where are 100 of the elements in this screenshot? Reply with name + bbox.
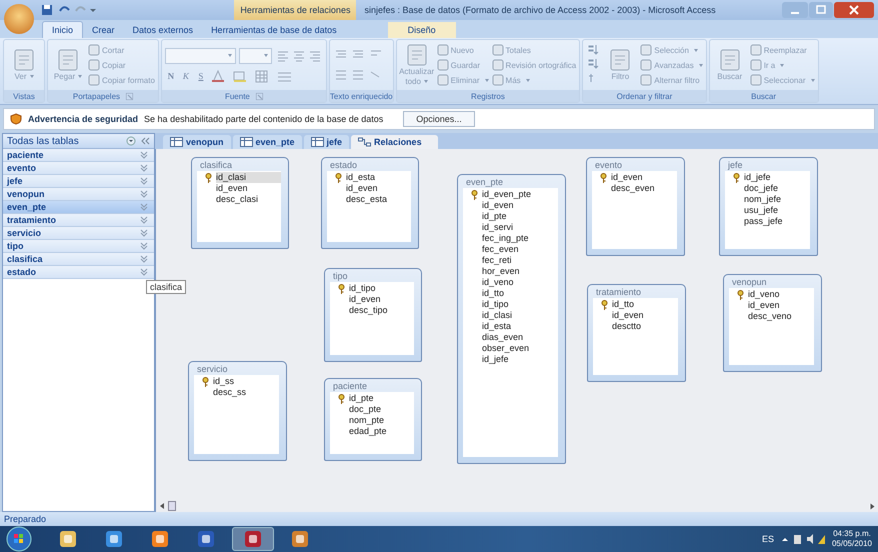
command-icon	[608, 48, 632, 72]
tray-icons[interactable]	[780, 533, 826, 545]
field-name[interactable]: id_veno	[748, 289, 814, 300]
table-box[interactable]: jefe id_jefe doc_jefe nom_jefe usu_jefe pass_jefe	[719, 157, 818, 256]
field-name[interactable]: desctto	[612, 321, 678, 332]
field-name[interactable]: id_tipo	[349, 283, 414, 294]
field-name[interactable]: id_even	[482, 200, 558, 211]
field-name[interactable]: desc_veno	[748, 311, 814, 322]
close-icon[interactable]	[834, 2, 874, 18]
ribbon-tab[interactable]: Datos externos	[124, 22, 202, 38]
field-name[interactable]: hor_even	[482, 266, 558, 277]
nav-item[interactable]: clasifica	[3, 253, 154, 266]
field-name[interactable]: id_even	[612, 310, 678, 321]
nav-item[interactable]: venopun	[3, 188, 154, 201]
field-name[interactable]: id_clasi	[482, 310, 558, 321]
collapse-icon[interactable]	[140, 136, 150, 146]
nav-item[interactable]: tratamiento	[3, 214, 154, 227]
field-name[interactable]: id_tipo	[482, 299, 558, 310]
field-name[interactable]: id_even	[349, 294, 414, 305]
field-name[interactable]: desc_tipo	[349, 305, 414, 316]
field-name[interactable]: id_jefe	[482, 354, 558, 365]
field-name[interactable]: id_even	[611, 172, 677, 183]
left-arrow-icon[interactable]	[159, 502, 165, 510]
caret-icon	[810, 78, 814, 82]
right-arrow-icon[interactable]	[870, 502, 875, 510]
field-name[interactable]: fec_ing_pte	[482, 233, 558, 244]
nav-item[interactable]: evento	[3, 162, 154, 175]
nav-item[interactable]: jefe	[3, 175, 154, 188]
field-name[interactable]: id_pte	[349, 393, 414, 404]
field-name[interactable]: id_clasi	[216, 172, 281, 183]
scroll-thumb[interactable]	[168, 501, 176, 511]
field-name[interactable]: id_servi	[482, 222, 558, 233]
table-box[interactable]: paciente id_pte doc_pte nom_pte edad_pte	[324, 378, 422, 461]
field-name[interactable]: desc_even	[611, 183, 677, 194]
table-box[interactable]: clasifica id_clasi id_even desc_clasi	[191, 157, 289, 249]
font-name-field[interactable]	[164, 48, 236, 64]
document-tab[interactable]: even_pte	[232, 135, 302, 149]
dropdown-icon[interactable]	[126, 136, 136, 146]
ribbon-tab[interactable]: Herramientas de base de datos	[202, 22, 346, 38]
start-button[interactable]	[6, 526, 32, 552]
ribbon-tab[interactable]: Diseño	[388, 22, 456, 38]
field-name[interactable]: id_tto	[612, 299, 678, 310]
language-indicator[interactable]: ES	[762, 534, 774, 544]
field-name[interactable]: edad_pte	[349, 426, 414, 437]
maximize-icon[interactable]	[809, 2, 834, 18]
nav-item[interactable]: estado	[3, 266, 154, 279]
field-name[interactable]: id_even_pte	[482, 189, 558, 200]
minimize-icon[interactable]	[782, 2, 808, 18]
field-name[interactable]: pass_jefe	[744, 216, 810, 227]
field-name[interactable]: id_even	[748, 300, 814, 311]
field-name[interactable]: nom_jefe	[744, 194, 810, 205]
table-box[interactable]: tipo id_tipo id_even desc_tipo	[324, 268, 422, 362]
field-name[interactable]: desc_ss	[213, 387, 279, 398]
field-name[interactable]: id_pte	[482, 211, 558, 222]
table-box[interactable]: tratamiento id_tto id_even desctto	[587, 284, 686, 382]
field-name[interactable]: id_esta	[346, 172, 411, 183]
document-tab[interactable]: jefe	[304, 135, 350, 149]
field-name[interactable]: id_even	[216, 183, 281, 194]
table-box[interactable]: servicio id_ss desc_ss	[188, 361, 287, 461]
field-name[interactable]: id_tto	[482, 288, 558, 299]
table-box[interactable]: estado id_esta id_even desc_esta	[321, 157, 419, 249]
ribbon-tab[interactable]: Inicio	[42, 21, 84, 38]
launcher-icon[interactable]	[126, 92, 134, 100]
field-name[interactable]: id_ss	[213, 376, 279, 387]
field-name[interactable]: id_jefe	[744, 172, 810, 183]
launcher-icon[interactable]	[256, 92, 263, 100]
document-tab[interactable]: venopun	[163, 135, 230, 149]
field-name[interactable]: id_even	[346, 183, 411, 194]
clock-date[interactable]: 05/05/2010	[832, 539, 872, 549]
document-tab[interactable]: Relaciones	[351, 135, 438, 149]
ribbon-tab[interactable]: Crear	[83, 22, 124, 38]
nav-item[interactable]: servicio	[3, 227, 154, 240]
taskbar-app[interactable]	[232, 527, 274, 551]
field-name[interactable]: id_veno	[482, 277, 558, 288]
office-button[interactable]	[4, 4, 34, 34]
clock-time[interactable]: 04:35 p.m.	[833, 529, 871, 539]
nav-item[interactable]: tipo	[3, 240, 154, 253]
font-size-field[interactable]	[238, 48, 272, 64]
field-name[interactable]: dias_even	[482, 332, 558, 343]
caret-icon	[30, 75, 34, 78]
field-name[interactable]: desc_esta	[346, 194, 411, 205]
nav-item[interactable]: paciente	[3, 149, 154, 162]
field-name[interactable]: usu_jefe	[744, 205, 810, 216]
field-name[interactable]: fec_reti	[482, 255, 558, 266]
quick-access-icons[interactable]	[40, 3, 98, 17]
field-name[interactable]: doc_jefe	[744, 183, 810, 194]
options-button[interactable]: Opciones...	[403, 111, 475, 127]
nav-item[interactable]: even_pte	[3, 201, 154, 214]
chevron-icon	[140, 203, 148, 211]
field-name[interactable]: nom_pte	[349, 415, 414, 426]
horizontal-scrollbar[interactable]	[155, 500, 878, 512]
field-name[interactable]: id_esta	[482, 321, 558, 332]
field-name[interactable]: obser_even	[482, 343, 558, 354]
field-name[interactable]: fec_even	[482, 244, 558, 255]
field-name[interactable]: doc_pte	[349, 404, 414, 415]
caret-icon	[780, 64, 784, 66]
table-box[interactable]: evento id_even desc_even	[586, 157, 685, 256]
field-name[interactable]: desc_clasi	[216, 194, 281, 205]
table-box[interactable]: venopun id_veno id_even desc_veno	[723, 274, 822, 372]
table-box[interactable]: even_pte id_even_pte id_even id_pte id_servi fec_ing_pte fec_even fec_reti hor_even id_veno id_tto id_tipo id_clasi id_esta dias_even obser_even id_jefe	[457, 174, 566, 464]
